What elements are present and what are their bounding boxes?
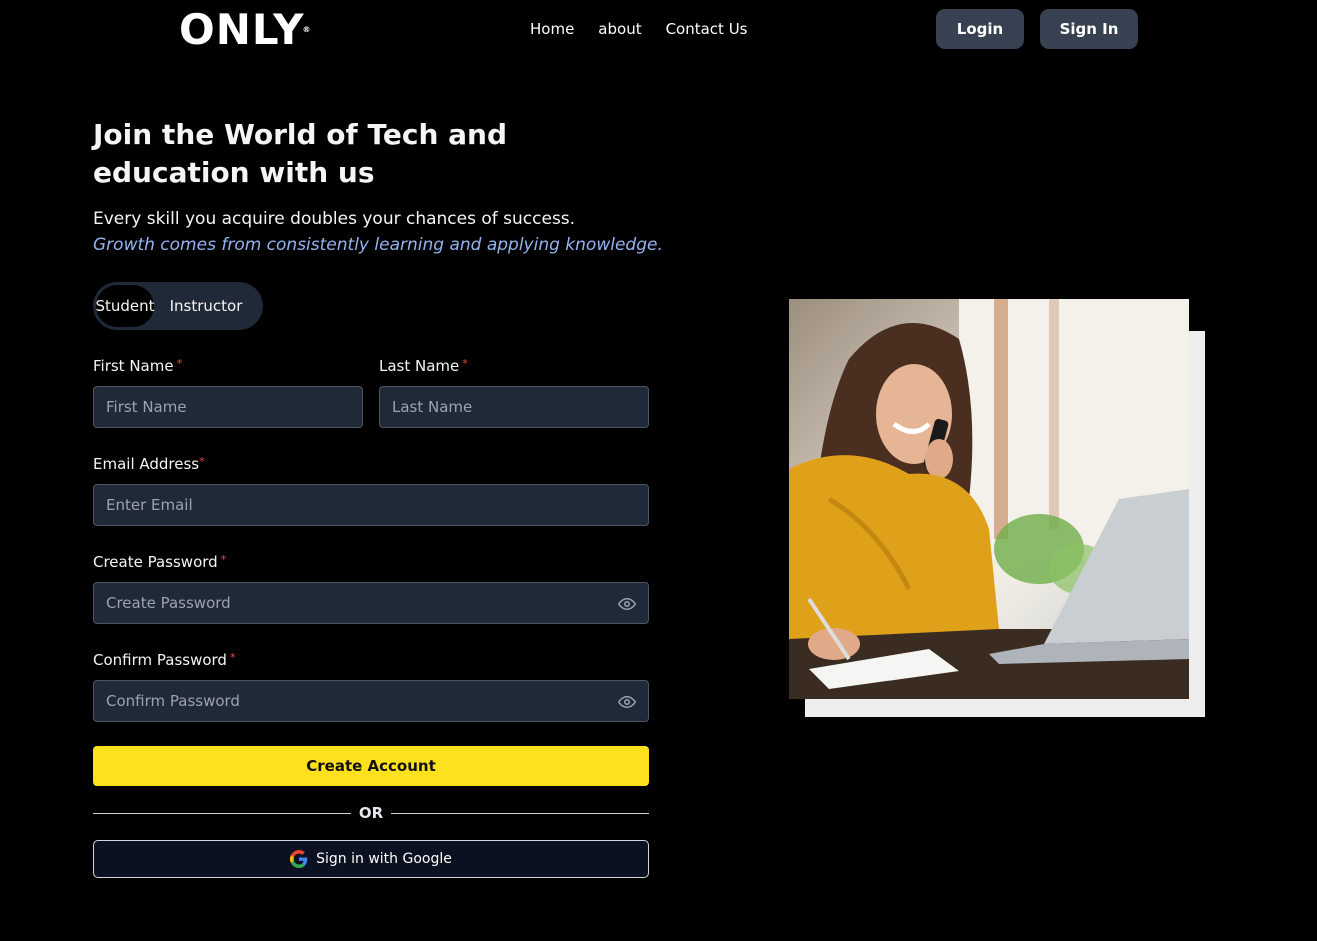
or-text: OR <box>358 804 384 822</box>
required-marker: * <box>199 455 205 468</box>
google-icon <box>290 850 308 868</box>
nav-links: Home about Contact Us <box>530 20 748 38</box>
first-name-field <box>93 386 363 428</box>
divider-line <box>93 813 351 814</box>
hero-subtitle: Every skill you acquire doubles your cha… <box>93 209 576 229</box>
or-divider: OR <box>93 803 649 823</box>
role-toggle: Student Instructor <box>93 282 263 330</box>
woman-on-phone-illustration <box>789 299 1189 699</box>
last-name-input[interactable] <box>392 398 636 416</box>
nav-link-home[interactable]: Home <box>530 20 574 38</box>
page-heading: Join the World of Tech and education wit… <box>93 118 507 189</box>
eye-icon[interactable] <box>618 595 636 613</box>
email-input[interactable] <box>106 496 636 514</box>
last-name-field <box>379 386 649 428</box>
last-name-label: Last Name * <box>379 357 468 375</box>
top-navbar: ONLY® Home about Contact Us Login Sign I… <box>0 0 1317 60</box>
create-account-button[interactable]: Create Account <box>93 746 649 786</box>
nav-link-about[interactable]: about <box>598 20 641 38</box>
create-password-label: Create Password * <box>93 553 227 571</box>
confirm-password-label: Confirm Password * <box>93 651 236 669</box>
eye-icon[interactable] <box>618 693 636 711</box>
required-marker: * <box>229 651 236 664</box>
confirm-password-field <box>93 680 649 722</box>
email-label: Email Address* <box>93 455 205 473</box>
role-option-student[interactable]: Student <box>95 285 155 327</box>
hero-photo <box>789 299 1189 699</box>
first-name-input[interactable] <box>106 398 350 416</box>
create-password-field <box>93 582 649 624</box>
brand-logo[interactable]: ONLY® <box>179 8 312 52</box>
role-option-instructor[interactable]: Instructor <box>154 285 258 327</box>
divider-line <box>391 813 649 814</box>
hero-tagline: Growth comes from consistently learning … <box>93 235 663 255</box>
required-marker: * <box>462 357 468 370</box>
confirm-password-input[interactable] <box>106 692 636 710</box>
login-button[interactable]: Login <box>936 9 1024 49</box>
first-name-label: First Name * <box>93 357 183 375</box>
required-marker: * <box>176 357 183 370</box>
required-marker: * <box>220 553 227 566</box>
google-sign-in-button[interactable]: Sign in with Google <box>93 840 649 878</box>
create-password-input[interactable] <box>106 594 636 612</box>
email-field <box>93 484 649 526</box>
nav-link-contact[interactable]: Contact Us <box>666 20 748 38</box>
sign-in-button[interactable]: Sign In <box>1040 9 1138 49</box>
google-sign-in-label: Sign in with Google <box>316 851 452 867</box>
